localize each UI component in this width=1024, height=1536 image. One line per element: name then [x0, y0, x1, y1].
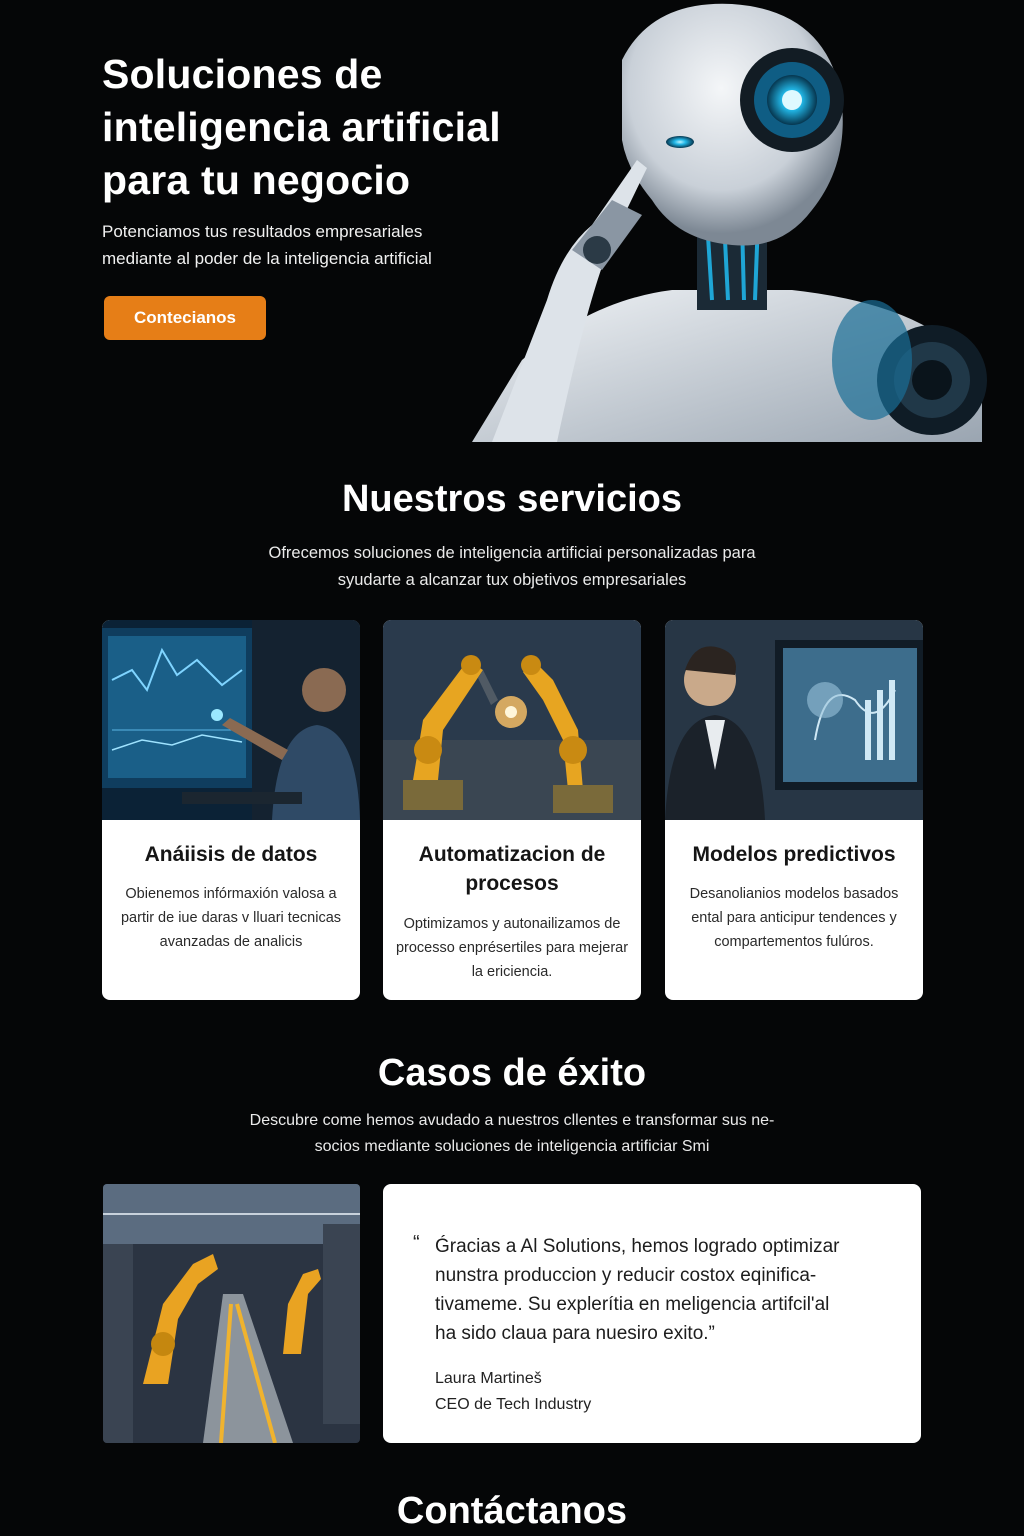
predictive-dashboard-image — [665, 620, 923, 820]
services-title: Nuestros servicios — [341, 478, 683, 520]
industrial-robot-arms-image — [383, 620, 641, 820]
quote-mark: “ — [413, 1232, 420, 1254]
testimonial-quote-line: Ǵracias a Al Solutions, hemos logrado op… — [435, 1236, 840, 1257]
contact-title: Contáctanos — [396, 1490, 628, 1532]
testimonial-quote: Ǵracias a Al Solutions, hemos logrado op… — [435, 1232, 905, 1348]
cases-subtitle-line: socios mediante soluciones de inteligenc… — [314, 1138, 710, 1155]
service-card-text: Optimizamos y autonailizamos de processo… — [395, 916, 629, 980]
service-card-text: Obienemos infórmaxión valosa a partir de… — [120, 886, 342, 950]
services-subtitle: Ofrecemos soluciones de inteligencia art… — [212, 540, 812, 594]
service-card-title: Modelos predictivos — [692, 843, 896, 866]
service-card-automation[interactable]: Automatizacion de procesos Optimizamos y… — [383, 620, 641, 1000]
landing-page: Soluciones de inteligencia artificial pa… — [0, 0, 1024, 1536]
testimonial-quote-line: tivameme. Su explerítia en meligencia ar… — [435, 1294, 830, 1315]
service-card-title: Anáiisis de datos — [144, 843, 318, 866]
cases-subtitle-line: Descubre come hemos avudado a nuestros c… — [249, 1112, 775, 1129]
contact-cta-button[interactable]: Contecianos — [104, 296, 266, 340]
service-card-predictive-models[interactable]: Modelos predictivos Desanolianios modelo… — [665, 620, 923, 1000]
testimonial-quote-line: ha sido claua para nuesiro exito.” — [435, 1323, 715, 1344]
factory-robots-image — [103, 1184, 360, 1443]
testimonial-author-name: Laura Martineš — [435, 1370, 542, 1387]
testimonial-card: “ Ǵracias a Al Solutions, hemos logrado … — [383, 1184, 921, 1443]
service-card-title: Automatizacion de procesos — [418, 843, 606, 895]
ai-robot-image — [472, 3, 987, 442]
cases-subtitle: Descubre come hemos avudado a nuestros c… — [212, 1108, 812, 1160]
service-card-data-analysis[interactable]: Anáiisis de datos Obienemos infórmaxión … — [102, 620, 360, 1000]
services-subtitle-line: syudarte a alcanzar tux objetivos empres… — [337, 571, 687, 589]
service-card-text: Desanolianios modelos basados ental para… — [689, 886, 899, 950]
testimonial-author-role: CEO de Tech Industry — [435, 1396, 592, 1413]
hero-section: Soluciones de inteligencia artificial pa… — [0, 0, 1024, 450]
testimonial-quote-line: nunstra produccion y reducir costox eqin… — [435, 1265, 817, 1286]
cases-title: Casos de éxito — [377, 1052, 647, 1094]
data-analysis-screen-image — [102, 620, 360, 820]
services-subtitle-line: Ofrecemos soluciones de inteligencia art… — [268, 544, 756, 562]
